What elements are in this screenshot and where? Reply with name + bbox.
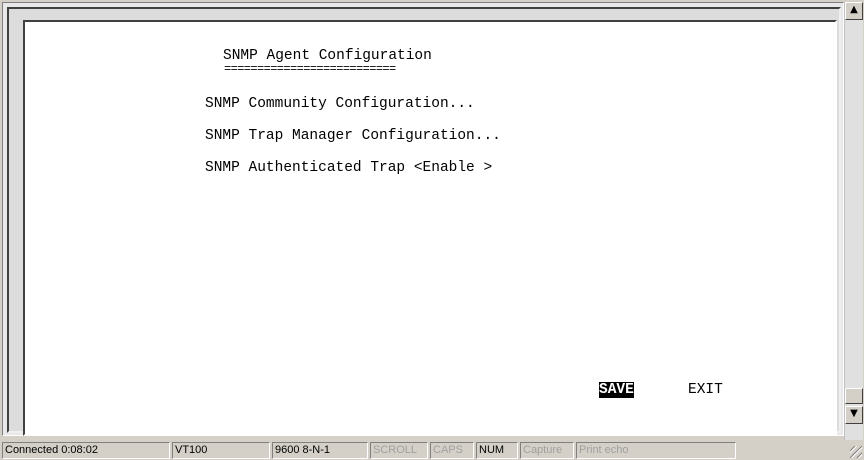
resize-grip-icon[interactable]: [850, 446, 862, 458]
terminal-window: SNMP Agent Configuration ===============…: [0, 0, 864, 460]
status-port: 9600 8-N-1: [272, 442, 368, 459]
menu-item-snmp-trap-manager[interactable]: SNMP Trap Manager Configuration...: [205, 128, 501, 144]
status-print-echo: Print echo: [576, 442, 736, 459]
down-arrow-icon: ▼: [850, 408, 858, 419]
status-scroll: SCROLL: [370, 442, 428, 459]
status-caps: CAPS: [430, 442, 474, 459]
status-capture: Capture: [520, 442, 574, 459]
terminal-frame: SNMP Agent Configuration ===============…: [7, 7, 841, 436]
terminal-outer-frame: SNMP Agent Configuration ===============…: [2, 2, 844, 436]
status-emulation: VT100: [172, 442, 270, 459]
vertical-scrollbar[interactable]: ▲ ▼: [844, 2, 863, 442]
menu-item-snmp-community[interactable]: SNMP Community Configuration...: [205, 96, 475, 112]
terminal-screen[interactable]: SNMP Agent Configuration ===============…: [25, 22, 831, 430]
exit-button[interactable]: EXIT: [688, 382, 723, 398]
status-bar: Connected 0:08:02 VT100 9600 8-N-1 SCROL…: [0, 440, 864, 460]
save-button[interactable]: SAVE: [599, 382, 634, 398]
scroll-down-button[interactable]: ▼: [845, 406, 863, 424]
status-num: NUM: [476, 442, 518, 459]
up-arrow-icon: ▲: [850, 4, 858, 15]
scroll-up-button[interactable]: ▲: [845, 2, 863, 20]
menu-item-snmp-authenticated-trap[interactable]: SNMP Authenticated Trap <Enable >: [205, 160, 492, 176]
scroll-thumb[interactable]: [845, 388, 863, 404]
title-underline: ==========================: [224, 62, 396, 76]
status-connected: Connected 0:08:02: [2, 442, 170, 459]
terminal-screen-border: SNMP Agent Configuration ===============…: [23, 20, 837, 436]
